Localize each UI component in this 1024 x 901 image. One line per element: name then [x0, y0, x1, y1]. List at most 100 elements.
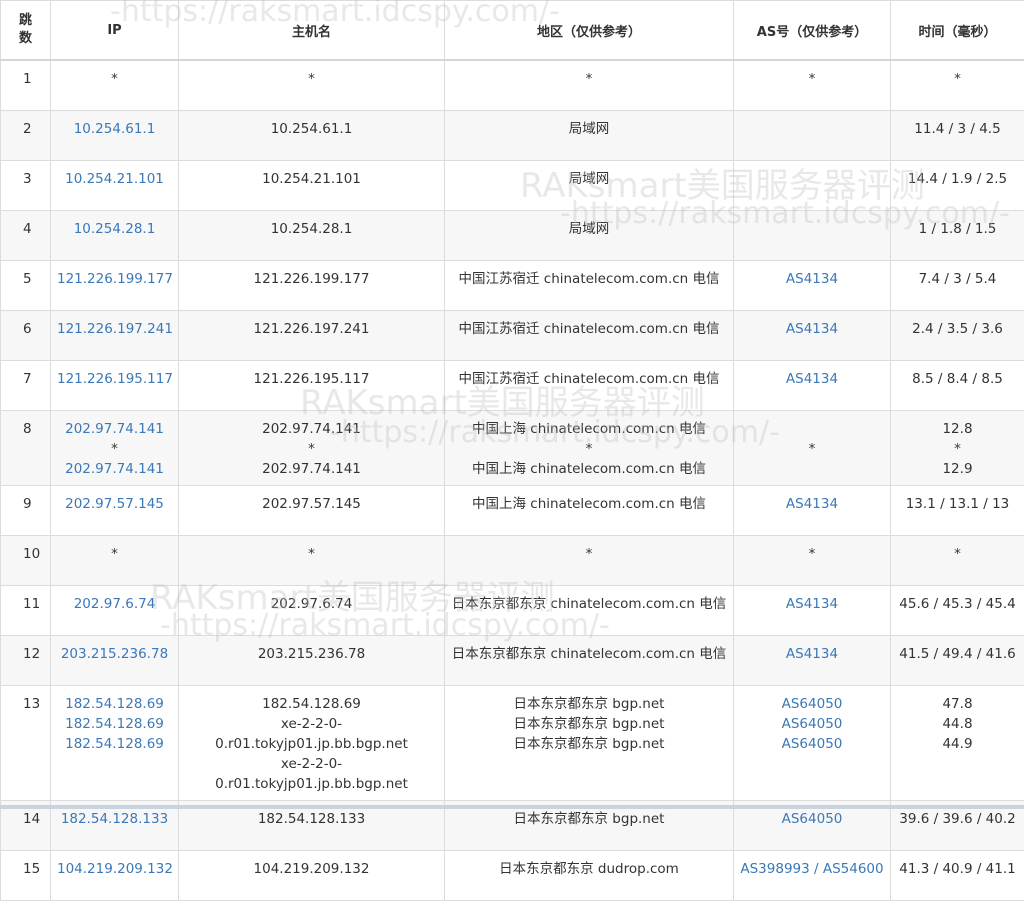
- ip-link[interactable]: 202.97.74.141: [57, 419, 172, 439]
- region-text: 中国江苏宿迁 chinatelecom.com.cn 电信: [451, 369, 727, 389]
- region-cell: 日本东京都东京 bgp.net日本东京都东京 bgp.net日本东京都东京 bg…: [445, 686, 734, 801]
- ip-link[interactable]: 10.254.61.1: [57, 119, 172, 139]
- as-link[interactable]: AS4134: [740, 269, 884, 289]
- time-text: 14.4 / 1.9 / 2.5: [897, 169, 1018, 189]
- host-cell: 10.254.61.1: [179, 111, 445, 161]
- traceroute-table: 跳数 IP 主机名 地区（仅供参考） AS号（仅供参考） 时间（毫秒） 1***…: [0, 0, 1024, 901]
- time-cell: 13.1 / 13.1 / 13: [891, 486, 1024, 536]
- time-cell: 1 / 1.8 / 1.5: [891, 211, 1024, 261]
- table-row: 310.254.21.10110.254.21.101局域网14.4 / 1.9…: [1, 161, 1024, 211]
- time-text: 45.6 / 45.3 / 45.4: [897, 594, 1018, 614]
- time-text: 41.3 / 40.9 / 41.1: [897, 859, 1018, 879]
- host-text: *: [185, 69, 438, 89]
- table-row: 7121.226.195.117121.226.195.117中国江苏宿迁 ch…: [1, 361, 1024, 411]
- region-text: 日本东京都东京 bgp.net: [451, 809, 727, 829]
- time-text: 12.8: [897, 419, 1018, 439]
- host-text: 182.54.128.133: [185, 809, 438, 829]
- as-text: *: [740, 69, 884, 89]
- ip-cell: 202.97.57.145: [51, 486, 179, 536]
- region-text: 中国江苏宿迁 chinatelecom.com.cn 电信: [451, 319, 727, 339]
- as-link[interactable]: AS64050: [740, 734, 884, 754]
- region-text: 中国上海 chinatelecom.com.cn 电信: [451, 494, 727, 514]
- host-cell: 121.226.199.177: [179, 261, 445, 311]
- region-text: 日本东京都东京 bgp.net: [451, 694, 727, 714]
- region-cell: *: [445, 536, 734, 586]
- time-cell: *: [891, 60, 1024, 111]
- time-text: 41.5 / 49.4 / 41.6: [897, 644, 1018, 664]
- time-text: 13.1 / 13.1 / 13: [897, 494, 1018, 514]
- time-text: *: [897, 69, 1018, 89]
- as-link[interactable]: AS4134: [740, 494, 884, 514]
- host-text: 202.97.74.141: [185, 459, 438, 479]
- as-text: *: [740, 544, 884, 564]
- host-text: 202.97.57.145: [185, 494, 438, 514]
- table-row: 13182.54.128.69182.54.128.69182.54.128.6…: [1, 686, 1024, 801]
- ip-link[interactable]: 202.97.57.145: [57, 494, 172, 514]
- host-text: 104.219.209.132: [185, 859, 438, 879]
- ip-link[interactable]: 121.226.195.117: [57, 369, 172, 389]
- as-text: *: [740, 439, 884, 459]
- as-cell: AS4134: [734, 586, 891, 636]
- time-cell: *: [891, 536, 1024, 586]
- as-cell: AS4134: [734, 636, 891, 686]
- ip-cell: 10.254.28.1: [51, 211, 179, 261]
- ip-link[interactable]: 121.226.199.177: [57, 269, 172, 289]
- host-text: xe-2-2-0-0.r01.tokyjp01.jp.bb.bgp.net: [185, 754, 438, 794]
- as-link[interactable]: AS64050: [740, 694, 884, 714]
- table-row: 9202.97.57.145202.97.57.145中国上海 chinatel…: [1, 486, 1024, 536]
- ip-link[interactable]: 202.97.74.141: [57, 459, 172, 479]
- region-text: 日本东京都东京 chinatelecom.com.cn 电信: [451, 594, 727, 614]
- ip-text: *: [57, 439, 172, 459]
- region-text: 中国江苏宿迁 chinatelecom.com.cn 电信: [451, 269, 727, 289]
- region-cell: *: [445, 60, 734, 111]
- ip-cell: 202.97.6.74: [51, 586, 179, 636]
- as-link[interactable]: AS4134: [740, 644, 884, 664]
- ip-link[interactable]: 182.54.128.133: [57, 809, 172, 829]
- time-text: 11.4 / 3 / 4.5: [897, 119, 1018, 139]
- host-cell: *: [179, 60, 445, 111]
- as-link[interactable]: AS4134: [740, 319, 884, 339]
- ip-link[interactable]: 182.54.128.69: [57, 714, 172, 734]
- host-text: *: [185, 544, 438, 564]
- as-cell: AS4134: [734, 486, 891, 536]
- time-text: 39.6 / 39.6 / 40.2: [897, 809, 1018, 829]
- ip-link[interactable]: 121.226.197.241: [57, 319, 172, 339]
- as-cell: AS4134: [734, 311, 891, 361]
- hop-cell: 2: [1, 111, 51, 161]
- ip-link[interactable]: 182.54.128.69: [57, 734, 172, 754]
- table-row: 10*****: [1, 536, 1024, 586]
- region-text: *: [451, 439, 727, 459]
- ip-cell: *: [51, 60, 179, 111]
- host-text: 121.226.197.241: [185, 319, 438, 339]
- host-text: 10.254.61.1: [185, 119, 438, 139]
- host-text: 10.254.28.1: [185, 219, 438, 239]
- time-text: 7.4 / 3 / 5.4: [897, 269, 1018, 289]
- table-row: 1*****: [1, 60, 1024, 111]
- as-link[interactable]: AS64050: [740, 809, 884, 829]
- as-link[interactable]: AS4134: [740, 369, 884, 389]
- host-cell: 104.219.209.132: [179, 851, 445, 901]
- ip-link[interactable]: 104.219.209.132: [57, 859, 172, 879]
- table-row: 8202.97.74.141*202.97.74.141202.97.74.14…: [1, 411, 1024, 486]
- ip-link[interactable]: 182.54.128.69: [57, 694, 172, 714]
- ip-link[interactable]: 10.254.28.1: [57, 219, 172, 239]
- as-cell: AS4134: [734, 261, 891, 311]
- as-link[interactable]: AS4134: [740, 594, 884, 614]
- hop-cell: 11: [1, 586, 51, 636]
- ip-link[interactable]: 203.215.236.78: [57, 644, 172, 664]
- ip-cell: 182.54.128.69182.54.128.69182.54.128.69: [51, 686, 179, 801]
- hop-cell: 4: [1, 211, 51, 261]
- host-cell: *: [179, 536, 445, 586]
- region-cell: 中国江苏宿迁 chinatelecom.com.cn 电信: [445, 261, 734, 311]
- hop-cell: 6: [1, 311, 51, 361]
- region-text: 中国上海 chinatelecom.com.cn 电信: [451, 419, 727, 439]
- as-link[interactable]: AS64050: [740, 714, 884, 734]
- host-cell: 182.54.128.69xe-2-2-0-0.r01.tokyjp01.jp.…: [179, 686, 445, 801]
- as-cell: *: [734, 411, 891, 486]
- bottom-scroll-bar[interactable]: [0, 805, 1024, 809]
- as-link[interactable]: AS398993 / AS54600: [740, 859, 884, 879]
- ip-link[interactable]: 10.254.21.101: [57, 169, 172, 189]
- ip-cell: 104.219.209.132: [51, 851, 179, 901]
- ip-link[interactable]: 202.97.6.74: [57, 594, 172, 614]
- header-hop: 跳数: [1, 1, 51, 61]
